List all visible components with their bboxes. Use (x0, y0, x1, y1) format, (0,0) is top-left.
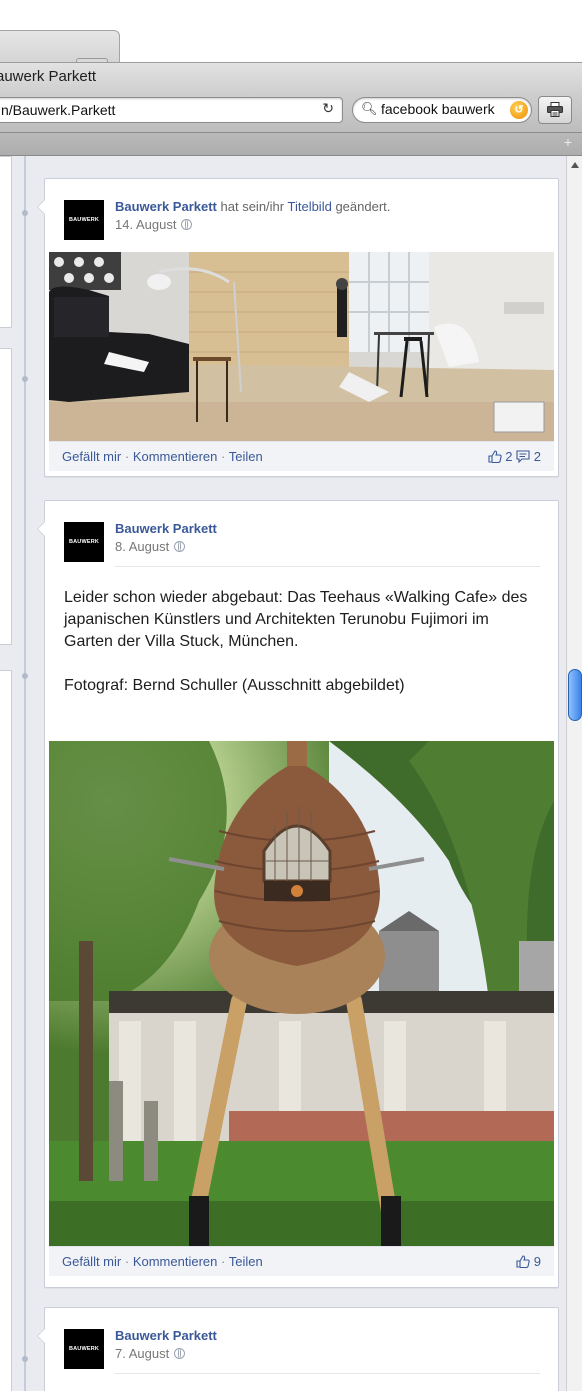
separator: · (221, 449, 226, 464)
bookmarks-bar: + (0, 133, 582, 156)
window-titlebar: auwerk Parkett (0, 62, 582, 93)
post-counts[interactable]: 9 (516, 1254, 541, 1269)
author-link[interactable]: Bauwerk Parkett (115, 199, 217, 214)
post-photo-teahouse[interactable] (49, 741, 554, 1246)
post-actions: Gefällt mir · Kommentieren · Teilen (62, 1254, 263, 1269)
add-bookmark-icon[interactable]: + (564, 134, 572, 150)
post-date-text[interactable]: 8. August (115, 539, 169, 554)
like-link[interactable]: Gefällt mir (62, 1254, 121, 1269)
comment-icon (516, 450, 530, 463)
avatar[interactable]: BAUWERK (64, 200, 104, 240)
timeline-post: BAUWERK Bauwerk Parkett hat sein/ihr Tit… (37, 178, 559, 477)
comment-link[interactable]: Kommentieren (133, 1254, 218, 1269)
left-column-post (0, 156, 12, 328)
author-link[interactable]: Bauwerk Parkett (115, 521, 217, 536)
search-clear-icon[interactable]: ↺ (510, 101, 528, 119)
post-counts[interactable]: 2 2 (488, 449, 541, 464)
post-header: Bauwerk Parkett (115, 521, 217, 536)
post-date[interactable]: 7. August (115, 1346, 186, 1361)
print-icon (547, 102, 563, 117)
search-field[interactable]: 🔍︎ facebook bauwerk ↺ (352, 97, 532, 123)
post-date[interactable]: 8. August (115, 539, 186, 554)
separator: · (124, 449, 130, 464)
post-action-suffix: geändert. (335, 199, 391, 214)
timeline-dot (22, 673, 28, 679)
post-date-text[interactable]: 14. August (115, 217, 176, 232)
like-icon (516, 1255, 530, 1268)
search-icon[interactable]: 🔍︎ (361, 101, 378, 117)
timeline-post: BAUWERK Bauwerk Parkett 8. August Leider… (37, 500, 559, 1288)
vertical-scrollbar[interactable] (566, 156, 582, 1391)
post-footer: Gefällt mir · Kommentieren · Teilen 9 (49, 1246, 554, 1276)
address-bar[interactable]: n/Bauwerk.Parkett ↻ (0, 97, 343, 123)
post-text-line: Leider schon wieder abgebaut: Das Teehau… (64, 589, 528, 606)
separator: · (221, 1254, 226, 1269)
timeline-dot (22, 210, 28, 216)
avatar[interactable]: BAUWERK (64, 522, 104, 562)
post-pointer (37, 1328, 45, 1344)
like-count[interactable]: 9 (534, 1254, 541, 1269)
photographer-credit: Fotograf: Bernd Schuller (Ausschnitt abg… (64, 677, 405, 694)
post-message: Leider schon wieder abgebaut: Das Teehau… (64, 587, 534, 719)
search-input[interactable]: facebook bauwerk (381, 101, 509, 117)
browser-toolbar: n/Bauwerk.Parkett ↻ 🔍︎ facebook bauwerk … (0, 92, 582, 133)
separator: · (124, 1254, 130, 1269)
like-count[interactable]: 2 (505, 449, 512, 464)
post-pointer (37, 521, 45, 537)
post-actions: Gefällt mir · Kommentieren · Teilen (62, 449, 263, 464)
divider (115, 566, 540, 567)
comment-count[interactable]: 2 (534, 449, 541, 464)
window-title: auwerk Parkett (0, 68, 97, 85)
post-header: Bauwerk Parkett hat sein/ihr Titelbild g… (115, 199, 390, 214)
post-action-text: hat sein/ihr (220, 199, 285, 214)
timeline-spine (24, 156, 26, 1391)
author-link[interactable]: Bauwerk Parkett (115, 1328, 217, 1343)
share-link[interactable]: Teilen (229, 449, 263, 464)
cover-photo-link[interactable]: Titelbild (288, 199, 332, 214)
scroll-up-arrow-icon[interactable] (571, 162, 579, 168)
share-link[interactable]: Teilen (229, 1254, 263, 1269)
post-date-text[interactable]: 7. August (115, 1346, 169, 1361)
post-pointer (37, 199, 45, 215)
avatar[interactable]: BAUWERK (64, 1329, 104, 1369)
post-footer: Gefällt mir · Kommentieren · Teilen 2 2 (49, 441, 554, 471)
post-date[interactable]: 14. August (115, 217, 193, 232)
facebook-timeline: BAUWERK Bauwerk Parkett hat sein/ihr Tit… (0, 156, 566, 1391)
timeline-dot (22, 376, 28, 382)
scroll-thumb[interactable] (568, 669, 582, 721)
comment-link[interactable]: Kommentieren (133, 449, 218, 464)
post-text-line: japanischen Künstlers und Architekten Te… (64, 611, 489, 650)
divider (115, 1373, 540, 1374)
timeline-dot (22, 1356, 28, 1362)
print-button[interactable] (538, 96, 572, 124)
like-link[interactable]: Gefällt mir (62, 449, 121, 464)
globe-icon (174, 541, 186, 552)
timeline-post: BAUWERK Bauwerk Parkett 7. August (37, 1307, 559, 1391)
left-column-post (0, 670, 12, 1391)
reload-icon[interactable]: ↻ (322, 100, 334, 117)
like-icon (488, 450, 502, 463)
left-column-post (0, 348, 12, 645)
post-header: Bauwerk Parkett (115, 1328, 217, 1343)
globe-icon (181, 219, 193, 230)
cover-photo-interior[interactable] (49, 252, 554, 441)
globe-icon (174, 1348, 186, 1359)
url-text[interactable]: n/Bauwerk.Parkett (1, 102, 115, 118)
